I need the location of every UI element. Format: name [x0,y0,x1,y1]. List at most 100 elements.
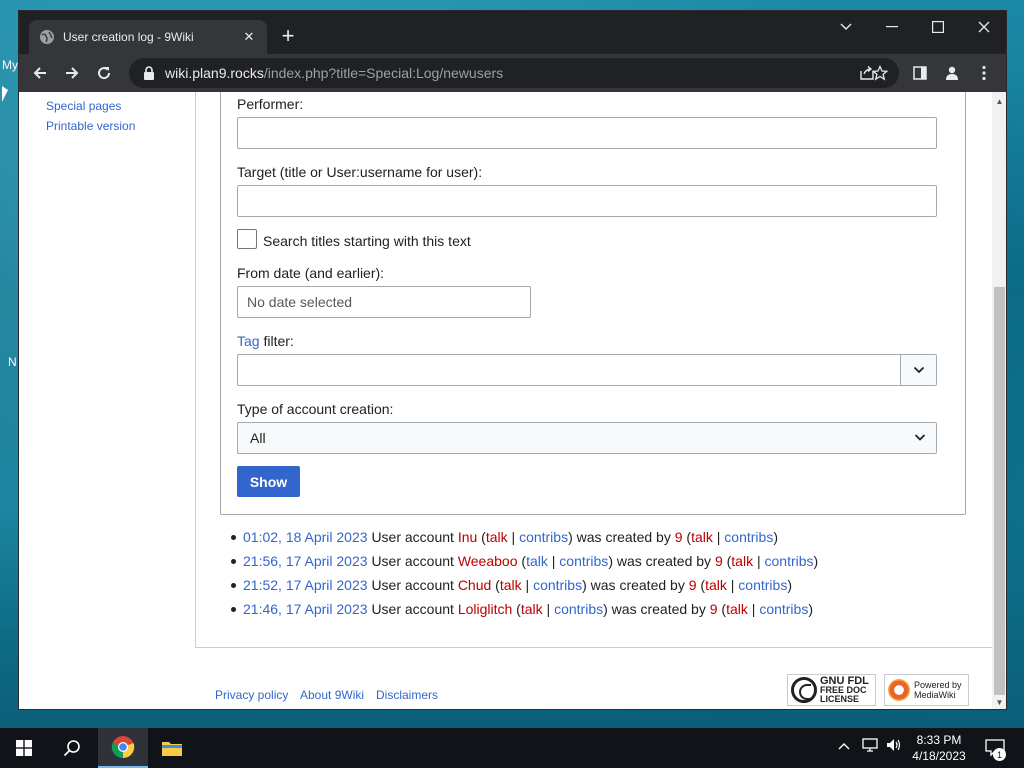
from-date-input[interactable]: No date selected [237,286,531,318]
creator-talk-link[interactable]: talk [731,553,753,569]
footer-disclaimers-link[interactable]: Disclaimers [376,688,438,702]
browser-window: User creation log - 9Wiki ✕ + wiki.plan9… [18,10,1007,710]
volume-icon[interactable] [886,738,902,755]
mouse-pointer-icon [2,86,8,102]
chevron-down-icon[interactable] [823,11,869,43]
account-talk-link[interactable]: talk [486,529,508,545]
page-viewport: Special pages Printable version Performe… [19,92,992,709]
log-entry: 21:46, 17 April 2023 User account Loligl… [229,597,818,621]
log-timestamp-link[interactable]: 01:02, 18 April 2023 [243,529,368,545]
sidebar-item-printable-version[interactable]: Printable version [46,119,135,133]
tag-help-link[interactable]: Tag [237,333,260,349]
desktop-icon-label[interactable]: My [2,58,18,72]
forward-icon[interactable] [59,60,85,86]
kebab-menu-icon[interactable] [971,60,997,86]
account-link[interactable]: Chud [458,577,491,593]
creator-talk-link[interactable]: talk [705,577,727,593]
profile-icon[interactable] [939,60,965,86]
close-window-icon[interactable] [961,11,1006,43]
clock-time: 8:33 PM [916,733,962,747]
creator-link[interactable]: 9 [715,553,723,569]
minimize-icon[interactable] [869,11,915,43]
gnu-fdl-badge[interactable]: GNU FDL FREE DOC LICENSE [787,674,876,706]
creator-link[interactable]: 9 [689,577,697,593]
performer-label: Performer: [237,96,304,112]
side-panel-icon[interactable] [907,60,933,86]
chevron-down-icon [914,434,926,441]
creator-link[interactable]: 9 [710,601,718,617]
from-date-label: From date (and earlier): [237,265,385,281]
chrome-icon[interactable] [98,728,148,768]
log-entry: 21:52, 17 April 2023 User account Chud (… [229,573,818,597]
account-talk-link[interactable]: talk [521,601,543,617]
account-link[interactable]: Inu [458,529,477,545]
scroll-up-icon[interactable]: ▲ [992,94,1006,108]
powered-by-mediawiki-badge[interactable]: Powered by MediaWiki [884,674,969,706]
plus-icon[interactable]: + [277,25,299,47]
show-hidden-icons-icon[interactable] [838,738,850,753]
search-icon[interactable] [48,728,96,768]
creator-talk-link[interactable]: talk [726,601,748,617]
browser-toolbar: wiki.plan9.rocks/index.php?title=Special… [19,54,1006,92]
account-type-select[interactable]: All [237,422,937,454]
desktop-icon-label[interactable]: N [8,355,17,369]
log-timestamp-link[interactable]: 21:46, 17 April 2023 [243,601,368,617]
log-entry: 21:56, 17 April 2023 User account Weeabo… [229,549,818,573]
back-icon[interactable] [27,60,53,86]
lock-icon[interactable] [143,66,155,80]
creator-contribs-link[interactable]: contribs [724,529,773,545]
url-path: /index.php?title=Special:Log/newusers [263,65,504,81]
account-contribs-link[interactable]: contribs [559,553,608,569]
account-contribs-link[interactable]: contribs [519,529,568,545]
tag-dropdown-button[interactable] [900,355,936,385]
vertical-scrollbar[interactable]: ▲ ▼ [992,92,1006,709]
close-icon[interactable]: ✕ [241,29,257,45]
log-entry: 01:02, 18 April 2023 User account Inu (t… [229,525,818,549]
footer-privacy-link[interactable]: Privacy policy [215,688,288,702]
performer-input[interactable] [237,117,937,149]
tab-title: User creation log - 9Wiki [63,30,194,44]
tab-strip: User creation log - 9Wiki ✕ + [19,11,1006,54]
creator-contribs-link[interactable]: contribs [759,601,808,617]
target-input[interactable] [237,185,937,217]
log-timestamp-link[interactable]: 21:52, 17 April 2023 [243,577,368,593]
account-contribs-link[interactable]: contribs [533,577,582,593]
account-type-label: Type of account creation: [237,401,394,417]
notification-count-badge: 1 [993,748,1006,761]
tag-filter-combobox[interactable] [237,354,937,386]
target-label: Target (title or User:username for user)… [237,164,483,180]
creator-talk-link[interactable]: talk [691,529,713,545]
scrollbar-thumb[interactable] [994,287,1005,695]
from-date-placeholder: No date selected [247,294,353,310]
gnu-logo-icon [791,677,817,703]
reload-icon[interactable] [91,60,117,86]
network-icon[interactable] [862,738,878,755]
log-timestamp-link[interactable]: 21:56, 17 April 2023 [243,553,368,569]
account-talk-link[interactable]: talk [500,577,522,593]
notification-icon[interactable]: 1 [980,728,1010,768]
address-bar[interactable]: wiki.plan9.rocks/index.php?title=Special… [129,58,899,88]
tag-filter-label: Tag filter: [237,333,294,349]
mediawiki-logo-icon [888,679,910,701]
sidebar-item-special-pages[interactable]: Special pages [46,99,121,113]
windows-start-icon[interactable] [0,728,48,768]
account-talk-link[interactable]: talk [526,553,548,569]
creator-contribs-link[interactable]: contribs [738,577,787,593]
show-button[interactable]: Show [237,466,300,497]
creator-link[interactable]: 9 [675,529,683,545]
footer-about-link[interactable]: About 9Wiki [300,688,364,702]
star-icon[interactable] [867,60,893,86]
prefix-search-label[interactable]: Search titles starting with this text [263,233,471,249]
account-contribs-link[interactable]: contribs [554,601,603,617]
file-explorer-icon[interactable] [148,728,196,768]
clock-date: 4/18/2023 [912,749,966,763]
maximize-icon[interactable] [915,11,961,43]
account-link[interactable]: Loliglitch [458,601,512,617]
log-list: 01:02, 18 April 2023 User account Inu (t… [229,525,818,621]
browser-tab[interactable]: User creation log - 9Wiki ✕ [29,20,267,54]
scroll-down-icon[interactable]: ▼ [992,695,1006,709]
creator-contribs-link[interactable]: contribs [765,553,814,569]
system-clock[interactable]: 8:33 PM 4/18/2023 [904,732,974,764]
prefix-search-checkbox[interactable] [237,229,257,249]
account-link[interactable]: Weeaboo [458,553,518,569]
